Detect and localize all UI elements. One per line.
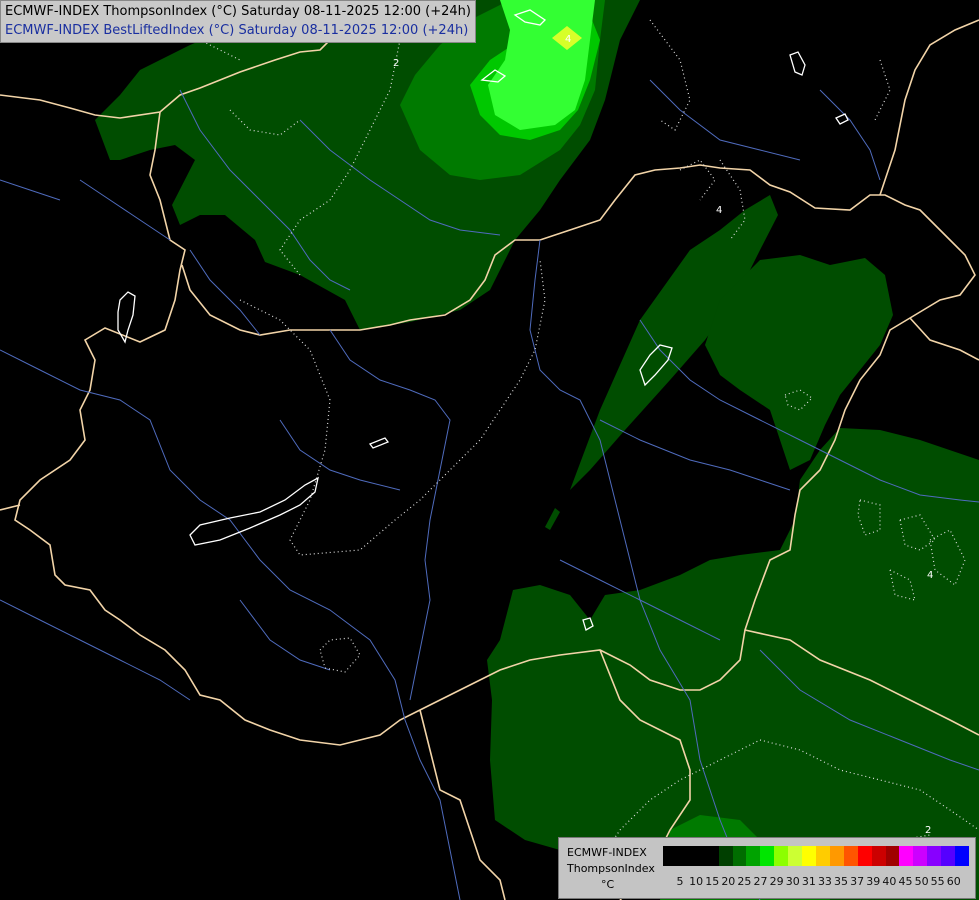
legend-tick-label: 60	[946, 875, 961, 888]
legend-tick-label: 31	[801, 875, 816, 888]
legend-swatch	[732, 846, 747, 866]
legend-swatch	[955, 846, 970, 866]
legend-tick-label: 15	[705, 875, 720, 888]
legend-swatch	[941, 846, 956, 866]
color-legend: ECMWF-INDEX ThompsonIndex °C 5 10 15 20 25 27…	[558, 837, 976, 899]
legend-swatch	[871, 846, 887, 866]
legend-tick-label: 39	[866, 875, 881, 888]
legend-unit-label: °C	[601, 878, 615, 891]
legend-swatch	[857, 846, 873, 866]
title-thompson-index: ECMWF-INDEX ThompsonIndex (°C) Saturday …	[5, 4, 471, 19]
legend-swatch	[788, 846, 803, 866]
legend-tick-label: 20	[721, 875, 736, 888]
legend-swatch	[718, 846, 734, 866]
legend-swatch	[746, 846, 761, 866]
legend-swatch	[885, 846, 900, 866]
legend-swatch	[760, 846, 775, 866]
legend-swatch	[843, 846, 859, 866]
legend-model-label: ECMWF-INDEX	[567, 846, 647, 859]
legend-tick-label: 33	[817, 875, 832, 888]
legend-parameter-label: ThompsonIndex	[567, 862, 655, 875]
legend-swatch	[913, 846, 928, 866]
legend-tick-label: 55	[930, 875, 945, 888]
contour-label: 4	[927, 570, 933, 581]
legend-swatch	[829, 846, 845, 866]
legend-tick-label: 10	[689, 875, 704, 888]
weather-map: 2 4 4 4 2	[0, 0, 979, 900]
legend-tick-label: 45	[898, 875, 913, 888]
legend-swatch	[676, 846, 692, 866]
legend-swatch	[690, 846, 706, 866]
contour-label: 4	[716, 205, 722, 216]
title-best-lifted-index: ECMWF-INDEX BestLiftedIndex (°C) Saturda…	[5, 23, 469, 38]
legend-swatch	[816, 846, 831, 866]
legend-swatch	[899, 846, 914, 866]
map-title-box: ECMWF-INDEX ThompsonIndex (°C) Saturday …	[0, 0, 476, 43]
contour-label: 4	[565, 34, 571, 45]
contour-label: 2	[393, 58, 399, 69]
legend-tick-label: 35	[834, 875, 849, 888]
legend-tick-label: 29	[769, 875, 784, 888]
legend-tick-label: 30	[785, 875, 800, 888]
legend-tick-label: 27	[753, 875, 768, 888]
contour-label: 2	[925, 825, 931, 836]
legend-tick-label: 50	[914, 875, 929, 888]
legend-tick-label: 37	[850, 875, 865, 888]
legend-tick-label: 5	[676, 875, 684, 888]
legend-swatch	[774, 846, 789, 866]
legend-tick-label: 25	[737, 875, 752, 888]
legend-swatch	[927, 846, 942, 866]
legend-swatch	[663, 846, 678, 866]
legend-swatch	[704, 846, 720, 866]
legend-tick-label: 40	[882, 875, 897, 888]
legend-swatch	[802, 846, 817, 866]
